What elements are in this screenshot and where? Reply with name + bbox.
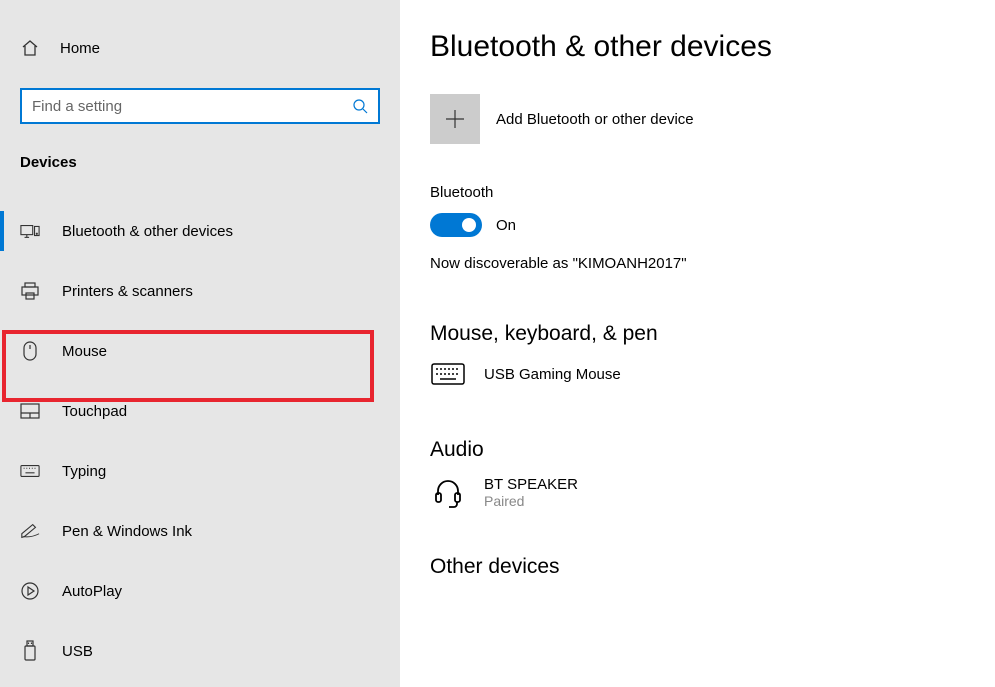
keyboard-icon (20, 461, 40, 481)
plus-icon (430, 94, 480, 144)
sidebar-item-bluetooth[interactable]: Bluetooth & other devices (0, 201, 400, 261)
search-box[interactable] (20, 88, 380, 124)
device-item[interactable]: USB Gaming Mouse (430, 360, 995, 388)
device-item[interactable]: BT SPEAKER Paired (430, 476, 995, 509)
sidebar-item-label: Bluetooth & other devices (62, 223, 233, 240)
section-audio: Audio (430, 438, 995, 462)
device-status: Paired (484, 493, 578, 509)
bluetooth-label: Bluetooth (430, 184, 995, 201)
sidebar-item-pen[interactable]: Pen & Windows Ink (0, 501, 400, 561)
discoverable-text: Now discoverable as "KIMOANH2017" (430, 255, 995, 272)
devices-icon (20, 221, 40, 241)
device-name: USB Gaming Mouse (484, 366, 621, 383)
section-title: Devices (0, 154, 400, 171)
printer-icon (20, 281, 40, 301)
device-name: BT SPEAKER (484, 476, 578, 493)
sidebar-item-usb[interactable]: USB (0, 621, 400, 681)
touchpad-icon (20, 401, 40, 421)
search-icon (352, 98, 368, 114)
sidebar-item-printers[interactable]: Printers & scanners (0, 261, 400, 321)
home-button[interactable]: Home (0, 30, 400, 66)
main-panel: Bluetooth & other devices Add Bluetooth … (400, 0, 995, 687)
sidebar: Home Devices Bluetooth & other devices P… (0, 0, 400, 687)
usb-icon (20, 641, 40, 661)
toggle-state-label: On (496, 217, 516, 234)
add-device-button[interactable]: Add Bluetooth or other device (430, 94, 995, 144)
sidebar-item-autoplay[interactable]: AutoPlay (0, 561, 400, 621)
autoplay-icon (20, 581, 40, 601)
pen-icon (20, 521, 40, 541)
keyboard-icon (430, 360, 466, 388)
bluetooth-toggle[interactable] (430, 213, 482, 237)
sidebar-item-label: Printers & scanners (62, 283, 193, 300)
search-input[interactable] (32, 98, 352, 115)
section-other-devices: Other devices (430, 555, 995, 579)
sidebar-item-label: Mouse (62, 343, 107, 360)
mouse-icon (20, 341, 40, 361)
sidebar-item-label: USB (62, 643, 93, 660)
add-device-label: Add Bluetooth or other device (496, 111, 694, 128)
sidebar-item-typing[interactable]: Typing (0, 441, 400, 501)
home-icon (20, 38, 40, 58)
sidebar-item-label: AutoPlay (62, 583, 122, 600)
sidebar-item-label: Pen & Windows Ink (62, 523, 192, 540)
sidebar-item-mouse[interactable]: Mouse (0, 321, 400, 381)
sidebar-item-touchpad[interactable]: Touchpad (0, 381, 400, 441)
sidebar-item-label: Touchpad (62, 403, 127, 420)
page-title: Bluetooth & other devices (430, 30, 995, 64)
headset-icon (430, 479, 466, 507)
home-label: Home (60, 40, 100, 57)
sidebar-item-label: Typing (62, 463, 106, 480)
section-mouse-keyboard-pen: Mouse, keyboard, & pen (430, 322, 995, 346)
